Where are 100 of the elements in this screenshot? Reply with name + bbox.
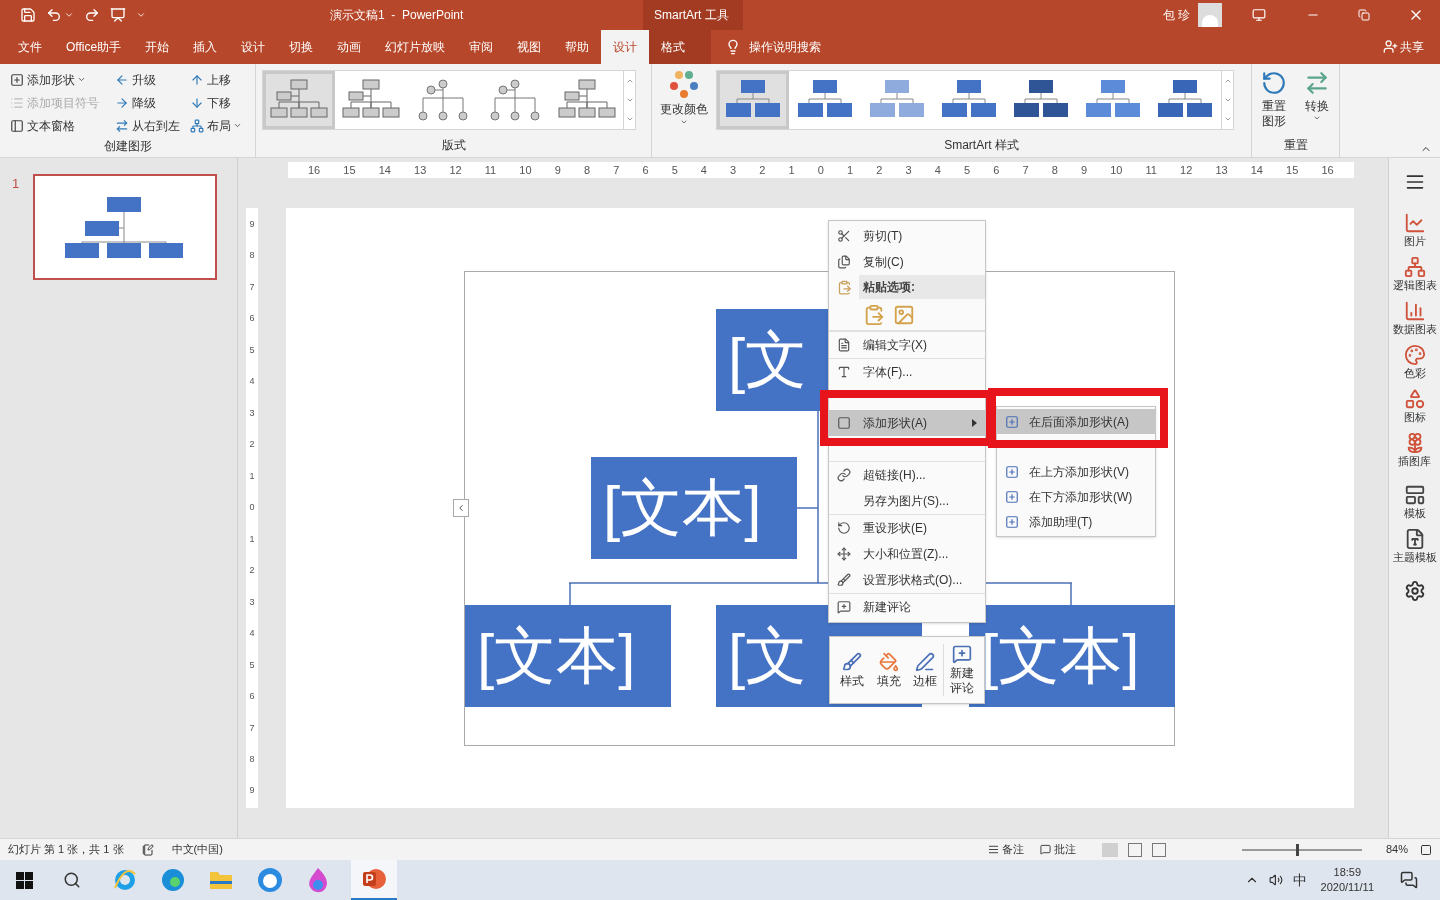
ribbon-button[interactable]: 升级 [132, 70, 156, 89]
powerpoint-taskbar-button[interactable] [351, 860, 397, 900]
scroll-down-icon[interactable] [625, 96, 634, 104]
context-menu-item[interactable]: 添加形状(A) [829, 410, 985, 436]
layout-option[interactable] [263, 71, 335, 129]
ribbon-button[interactable]: 降级 [132, 93, 156, 112]
ribbon-tab[interactable]: 动画 [325, 30, 374, 64]
ribbon-tab[interactable]: 文件 [6, 30, 54, 64]
ribbon-tab[interactable]: 开始 [133, 30, 182, 64]
paste-keep-format-icon[interactable] [863, 303, 885, 326]
ribbon-tab[interactable]: Office助手 [54, 30, 134, 64]
fit-slide-icon[interactable] [1420, 843, 1432, 856]
spellcheck-icon[interactable] [141, 843, 154, 856]
ribbon-tab[interactable]: 格式 [649, 30, 712, 64]
flame-app-icon[interactable] [307, 867, 329, 893]
collapse-panel-icon[interactable] [1404, 172, 1425, 192]
ribbon-button[interactable]: 添加形状 [27, 70, 86, 89]
context-menu-item[interactable]: 另存为图片(S)... [829, 488, 985, 514]
zoom-level[interactable]: 84% [1385, 841, 1408, 858]
ribbon-tab[interactable]: 幻灯片放映 [373, 30, 458, 64]
share-button[interactable]: 共享 [1400, 30, 1424, 64]
ribbon-button[interactable]: 文本窗格 [27, 116, 75, 135]
ribbon-tab[interactable]: 视图 [505, 30, 554, 64]
sidebar-item[interactable]: 模板 [1403, 506, 1426, 520]
context-menu-item[interactable]: 重设形状(E) [829, 515, 985, 541]
sidebar-item[interactable]: 数据图表 [1392, 322, 1437, 336]
ribbon-tab[interactable]: 帮助 [553, 30, 602, 64]
zoom-slider[interactable] [1241, 843, 1362, 856]
ribbon-button[interactable]: 重置图形 [1261, 99, 1286, 129]
volume-icon[interactable] [1268, 873, 1283, 887]
caret-icon [1313, 114, 1322, 122]
slideshow-icon[interactable] [110, 7, 126, 23]
undo-icon[interactable] [46, 7, 62, 23]
slide-count: 幻灯片 第 1 张，共 1 张 [8, 842, 124, 858]
ime-indicator[interactable]: 中 [1292, 869, 1307, 891]
ie-browser-icon[interactable] [113, 868, 137, 892]
add-shape-icon [1005, 464, 1019, 479]
menu-item-icon [837, 573, 851, 587]
smartart-shape[interactable]: [文本] [465, 605, 671, 707]
ribbon-button[interactable]: 上移 [207, 70, 231, 89]
context-menu-item[interactable]: 设置形状格式(O)... [829, 567, 985, 593]
change-colors-button[interactable]: 更改颜色 [660, 100, 708, 118]
sidebar-item[interactable]: 逻辑图表 [1392, 278, 1437, 292]
ribbon-tab[interactable]: 切换 [277, 30, 326, 64]
ribbon-display-icon[interactable] [1252, 8, 1266, 22]
settings-icon[interactable] [1403, 580, 1426, 602]
menu-item-icon [837, 229, 851, 243]
customize-icon[interactable] [136, 10, 146, 20]
collapse-handle-icon[interactable] [453, 499, 469, 517]
search-field[interactable]: 操作说明搜索 [749, 38, 822, 56]
notes-button[interactable]: 备注 [1001, 841, 1024, 858]
ribbon-button[interactable]: 布局 [207, 116, 242, 135]
ribbon-tab[interactable]: 审阅 [457, 30, 506, 64]
context-menu-item[interactable]: 复制(C) [829, 249, 985, 275]
search-icon[interactable] [63, 871, 81, 889]
submenu-item[interactable]: 在后面添加形状(A) [997, 409, 1155, 434]
ribbon-tab[interactable]: 设计 [229, 30, 278, 64]
sidebar-item[interactable]: 主题模板 [1392, 550, 1437, 564]
slide-thumbnail[interactable] [33, 174, 218, 280]
submenu-arrow-icon [972, 419, 977, 427]
context-menu-item[interactable]: 大小和位置(Z)... [829, 541, 985, 567]
caret-icon [680, 118, 688, 126]
context-menu-item[interactable]: 剪切(T) [829, 223, 985, 249]
group-label: 创建图形 [102, 138, 153, 155]
submenu-item[interactable]: 在上方添加形状(V) [997, 459, 1155, 484]
ribbon-tab[interactable]: 插入 [181, 30, 230, 64]
language-label: 中文(中国) [171, 842, 223, 858]
submenu-item[interactable]: 在下方添加形状(W) [997, 484, 1155, 509]
smartart-shape[interactable]: [文本] [591, 457, 797, 559]
redo-icon[interactable] [84, 7, 100, 23]
sidebar-item[interactable]: 色彩 [1403, 366, 1426, 380]
save-icon[interactable] [20, 7, 36, 23]
notifications-icon[interactable] [1400, 871, 1418, 889]
paste-as-picture-icon[interactable] [893, 303, 915, 326]
mini-toolbar-button[interactable]: 样式 [840, 673, 865, 689]
context-menu-item[interactable]: 字体(F)... [829, 359, 985, 385]
comments-button[interactable]: 批注 [1053, 841, 1076, 858]
context-menu-item[interactable]: 编辑文字(X) [829, 332, 985, 358]
ribbon-button[interactable]: 下移 [207, 93, 231, 112]
restore-icon[interactable] [1358, 9, 1370, 21]
ribbon-tab[interactable]: 设计 [601, 30, 650, 64]
context-menu-item[interactable]: 超链接(H)... [829, 462, 985, 488]
ribbon-button[interactable]: 转换 [1305, 99, 1330, 114]
window-title: 演示文稿1 - PowerPoint [330, 7, 465, 24]
submenu-item[interactable]: 添加助理(T) [997, 509, 1155, 534]
sidebar-item[interactable]: 插图库 [1398, 454, 1431, 468]
context-menu-item[interactable]: 新建评论 [829, 594, 985, 620]
user-plus-icon[interactable] [1383, 39, 1398, 54]
zoom-slider-thumb[interactable] [1295, 843, 1299, 856]
folder-icon[interactable] [209, 869, 233, 891]
scroll-down-icon[interactable] [1223, 96, 1232, 104]
caret-icon[interactable] [64, 10, 74, 20]
app-icon[interactable] [257, 867, 283, 893]
sidebar-item[interactable]: 图标 [1403, 410, 1426, 424]
sidebar-item[interactable]: 图片 [1403, 234, 1426, 248]
mini-toolbar-button[interactable]: 填充 [876, 673, 901, 689]
ribbon-button[interactable]: 从右到左 [132, 116, 180, 135]
style-option[interactable] [717, 71, 789, 129]
windows-start-icon[interactable] [16, 871, 33, 889]
browser-icon[interactable] [161, 868, 185, 892]
